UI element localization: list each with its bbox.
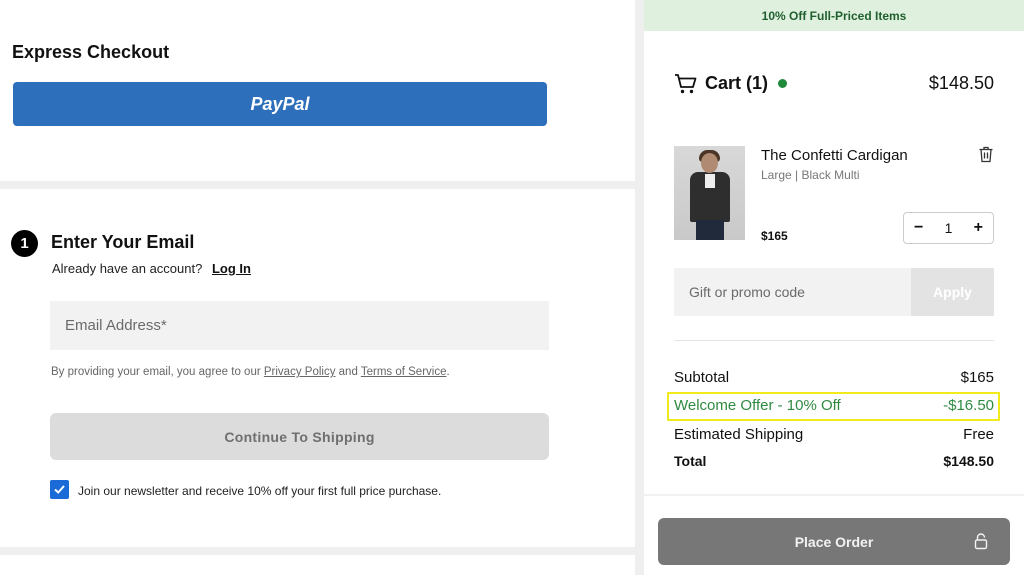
- quantity-increase-button[interactable]: +: [974, 219, 983, 237]
- cart-title: Cart (1): [705, 73, 769, 93]
- login-link[interactable]: Log In: [212, 261, 251, 276]
- promo-code-input[interactable]: [674, 268, 912, 316]
- express-checkout-title: Express Checkout: [12, 42, 170, 62]
- place-order-button[interactable]: Place Order: [658, 518, 1010, 565]
- total-row: Total $148.50: [674, 453, 994, 469]
- shipping-row: Estimated Shipping Free: [674, 426, 994, 443]
- paypal-button[interactable]: PayPal: [13, 82, 547, 126]
- product-variant: Large | Black Multi: [761, 168, 860, 182]
- newsletter-label: Join our newsletter and receive 10% off …: [78, 484, 442, 498]
- next-section-placeholder: [0, 555, 635, 575]
- email-section-title: Enter Your Email: [51, 232, 195, 252]
- email-section: 1 Enter Your Email Already have an accou…: [0, 189, 635, 547]
- checkout-left-column: Express Checkout PayPal 1 Enter Your Ema…: [0, 0, 635, 575]
- order-separator: [644, 494, 1024, 496]
- step-number-badge: 1: [11, 230, 38, 257]
- subtotal-row: Subtotal $165: [674, 369, 994, 386]
- quantity-decrease-button[interactable]: −: [914, 219, 923, 237]
- terms-of-service-link[interactable]: Terms of Service: [361, 366, 447, 378]
- summary-divider: [674, 340, 994, 341]
- privacy-policy-link[interactable]: Privacy Policy: [264, 366, 336, 378]
- total-value: $148.50: [943, 453, 994, 469]
- order-summary-column: 10% Off Full-Priced Items Cart (1) $148.…: [644, 0, 1024, 575]
- promo-banner: 10% Off Full-Priced Items: [644, 0, 1024, 31]
- check-icon: [54, 485, 65, 494]
- legal-prefix: By providing your email, you agree to ou…: [51, 366, 261, 378]
- product-price: $165: [761, 229, 788, 243]
- legal-notice: By providing your email, you agree to ou…: [51, 366, 450, 378]
- legal-and: and: [338, 366, 358, 378]
- product-image[interactable]: [674, 146, 745, 240]
- cart-icon: [675, 74, 697, 94]
- trash-icon[interactable]: [978, 146, 994, 163]
- shipping-label: Estimated Shipping: [674, 426, 804, 443]
- apply-promo-button[interactable]: Apply: [911, 268, 994, 316]
- account-prompt-text: Already have an account?: [52, 261, 203, 276]
- cart-status-dot: [778, 79, 787, 88]
- offer-label: Welcome Offer - 10% Off: [674, 397, 841, 414]
- lock-icon: [974, 533, 988, 550]
- total-label: Total: [674, 453, 707, 469]
- continue-to-shipping-button[interactable]: Continue To Shipping: [50, 413, 549, 460]
- quantity-stepper: − 1 +: [903, 212, 994, 244]
- subtotal-label: Subtotal: [674, 369, 730, 386]
- newsletter-checkbox[interactable]: [50, 480, 69, 499]
- legal-suffix: .: [446, 366, 450, 378]
- product-name[interactable]: The Confetti Cardigan: [761, 147, 908, 164]
- quantity-value: 1: [944, 220, 953, 236]
- account-prompt: Already have an account? Log In: [52, 261, 251, 276]
- cart-total: $148.50: [928, 73, 994, 93]
- shipping-value: Free: [963, 426, 994, 443]
- email-field[interactable]: [50, 301, 549, 350]
- offer-value: -$16.50: [943, 397, 994, 414]
- welcome-offer-row: Welcome Offer - 10% Off -$16.50: [674, 397, 994, 414]
- subtotal-value: $165: [960, 369, 994, 386]
- place-order-label: Place Order: [794, 533, 874, 550]
- express-checkout-section: Express Checkout PayPal: [0, 0, 635, 181]
